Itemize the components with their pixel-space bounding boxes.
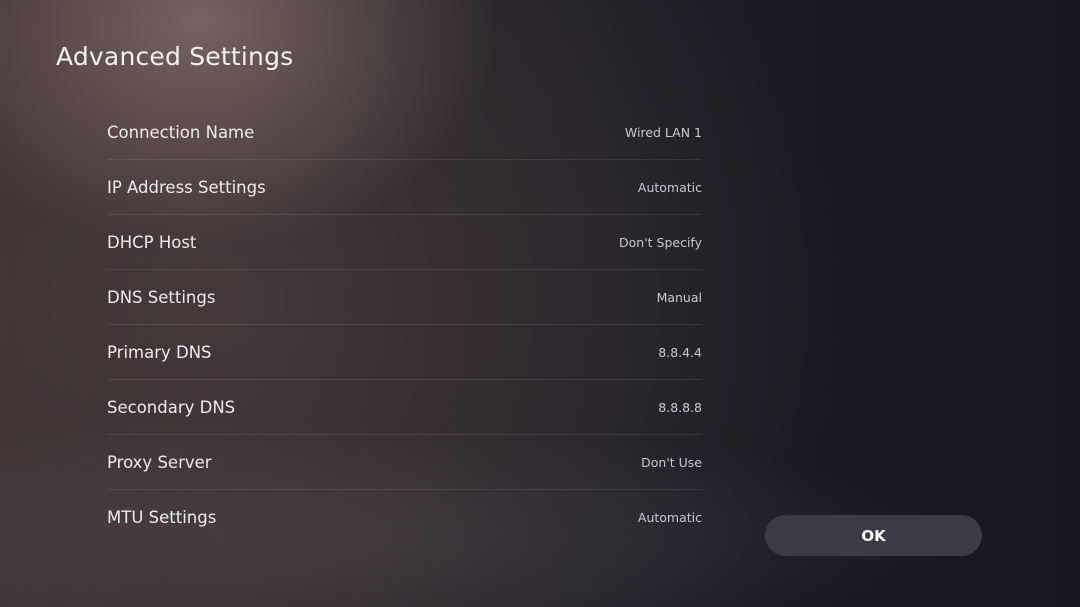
row-label: MTU Settings [107,507,217,527]
settings-row-ip-address-settings[interactable]: IP Address Settings Automatic [107,160,702,215]
row-value: Automatic [637,509,702,525]
row-label: Connection Name [107,122,255,142]
row-label: DNS Settings [107,287,216,307]
row-value: 8.8.8.8 [658,399,702,415]
settings-list: Connection Name Wired LAN 1 IP Address S… [107,105,702,544]
settings-row-dns-settings[interactable]: DNS Settings Manual [107,270,702,325]
settings-row-primary-dns[interactable]: Primary DNS 8.8.4.4 [107,325,702,380]
row-label: Primary DNS [107,342,212,362]
row-value: Wired LAN 1 [624,124,702,140]
row-value: Don't Use [641,454,702,470]
row-value: Don't Specify [619,234,702,250]
page-title: Advanced Settings [56,42,294,71]
row-value: Manual [656,289,702,305]
row-value: 8.8.4.4 [658,344,702,360]
settings-row-secondary-dns[interactable]: Secondary DNS 8.8.8.8 [107,380,702,435]
row-value: Automatic [637,179,702,195]
row-label: Proxy Server [107,452,212,472]
row-label: Secondary DNS [107,397,236,417]
row-label: IP Address Settings [107,177,266,197]
row-label: DHCP Host [107,232,197,252]
settings-row-dhcp-host[interactable]: DHCP Host Don't Specify [107,215,702,270]
ok-button[interactable]: OK [765,515,982,556]
settings-row-connection-name[interactable]: Connection Name Wired LAN 1 [107,105,702,160]
settings-row-proxy-server[interactable]: Proxy Server Don't Use [107,435,702,490]
settings-row-mtu-settings[interactable]: MTU Settings Automatic [107,490,702,544]
